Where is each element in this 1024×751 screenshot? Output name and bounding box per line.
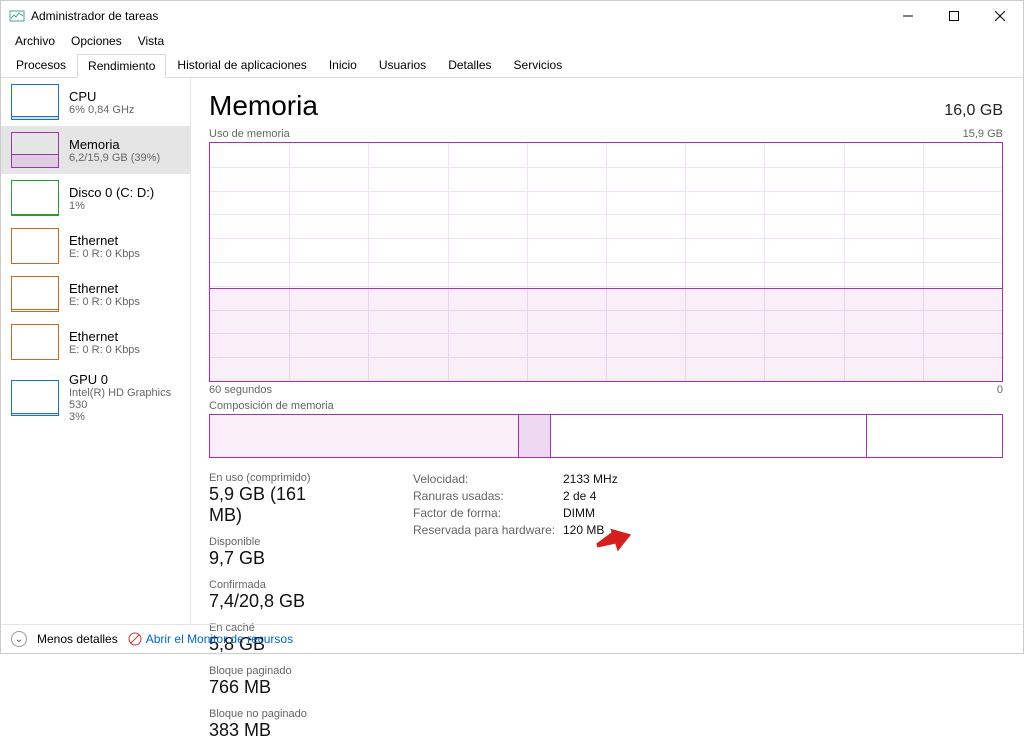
sidebar-item-ethernet-1[interactable]: EthernetE: 0 R: 0 Kbps [1,222,190,270]
sidebar-item-gpu[interactable]: GPU 0Intel(R) HD Graphics 530 3% [1,366,190,429]
titlebar: Administrador de tareas [1,1,1023,31]
tab-historial[interactable]: Historial de aplicaciones [166,53,317,77]
tab-procesos[interactable]: Procesos [5,53,77,77]
tabs: Procesos Rendimiento Historial de aplica… [1,53,1023,78]
detail-reservada-key: Reservada para hardware: [413,523,563,537]
main-panel: Memoria 16,0 GB Uso de memoria 15,9 GB 6… [191,78,1023,623]
sidebar-item-disco[interactable]: Disco 0 (C: D:)1% [1,174,190,222]
gpu-mini-chart [11,380,59,416]
close-button[interactable] [977,1,1023,31]
arrow-annotation-icon [596,528,636,558]
monitor-icon [128,632,142,646]
stat-paginado-label: Bloque paginado [209,665,319,677]
ethernet-mini-chart [11,228,59,264]
sidebar-item-ethernet-3[interactable]: EthernetE: 0 R: 0 Kbps [1,318,190,366]
detail-factor-value: DIMM [563,506,595,520]
usage-label: Uso de memoria [209,128,290,140]
usage-max: 15,9 GB [963,128,1003,140]
app-icon [9,8,25,24]
disk-mini-chart [11,180,59,216]
stat-confirmada-value: 7,4/20,8 GB [209,591,319,612]
memory-total: 16,0 GB [944,102,1003,120]
menu-view[interactable]: Vista [130,32,172,50]
detail-velocidad-key: Velocidad: [413,472,563,486]
cpu-mini-chart [11,84,59,120]
detail-ranuras-value: 2 de 4 [563,489,596,503]
window-title: Administrador de tareas [31,9,885,23]
detail-velocidad-value: 2133 MHz [563,472,618,486]
composition-label: Composición de memoria [209,400,1003,412]
sidebar-item-memoria[interactable]: Memoria6,2/15,9 GB (39%) [1,126,190,174]
page-title: Memoria [209,90,318,122]
detail-factor-key: Factor de forma: [413,506,563,520]
memory-mini-chart [11,132,59,168]
stat-disponible-label: Disponible [209,536,265,548]
tab-rendimiento[interactable]: Rendimiento [77,54,166,78]
memory-composition-chart[interactable] [209,414,1003,458]
sidebar-item-ethernet-2[interactable]: EthernetE: 0 R: 0 Kbps [1,270,190,318]
tab-inicio[interactable]: Inicio [318,53,368,77]
axis-left: 60 segundos [209,384,272,396]
tab-servicios[interactable]: Servicios [503,53,574,77]
footer: ⌄ Menos detalles Abrir el Monitor de rec… [1,624,1023,653]
axis-right: 0 [997,384,1003,396]
menu-file[interactable]: Archivo [7,32,63,50]
sidebar: CPU6% 0,84 GHz Memoria6,2/15,9 GB (39%) … [1,78,191,623]
stat-en-uso-label: En uso (comprimido) [209,472,319,484]
chevron-down-icon[interactable]: ⌄ [11,631,27,647]
stat-paginado-value: 766 MB [209,677,319,698]
stat-no-paginado-label: Bloque no paginado [209,708,307,720]
sidebar-item-cpu[interactable]: CPU6% 0,84 GHz [1,78,190,126]
tab-detalles[interactable]: Detalles [437,53,502,77]
sidebar-item-label: Ethernet [69,233,140,248]
fewer-details-link[interactable]: Menos detalles [37,632,118,646]
sidebar-item-label: Ethernet [69,281,140,296]
sidebar-item-label: GPU 0 [69,372,180,387]
menu-options[interactable]: Opciones [63,32,130,50]
ethernet-mini-chart [11,324,59,360]
stat-confirmada-label: Confirmada [209,579,319,591]
sidebar-item-label: Memoria [69,137,160,152]
memory-usage-chart[interactable] [209,142,1003,382]
sidebar-item-label: CPU [69,89,134,104]
tab-usuarios[interactable]: Usuarios [368,53,437,77]
detail-ranuras-key: Ranuras usadas: [413,489,563,503]
sidebar-item-label: Disco 0 (C: D:) [69,185,154,200]
open-resource-monitor-link[interactable]: Abrir el Monitor de recursos [128,632,293,646]
sidebar-item-label: Ethernet [69,329,140,344]
stat-no-paginado-value: 383 MB [209,720,307,741]
maximize-button[interactable] [931,1,977,31]
ethernet-mini-chart [11,276,59,312]
minimize-button[interactable] [885,1,931,31]
stat-disponible-value: 9,7 GB [209,548,265,569]
stat-en-uso-value: 5,9 GB (161 MB) [209,484,319,526]
menubar: Archivo Opciones Vista [1,31,1023,51]
